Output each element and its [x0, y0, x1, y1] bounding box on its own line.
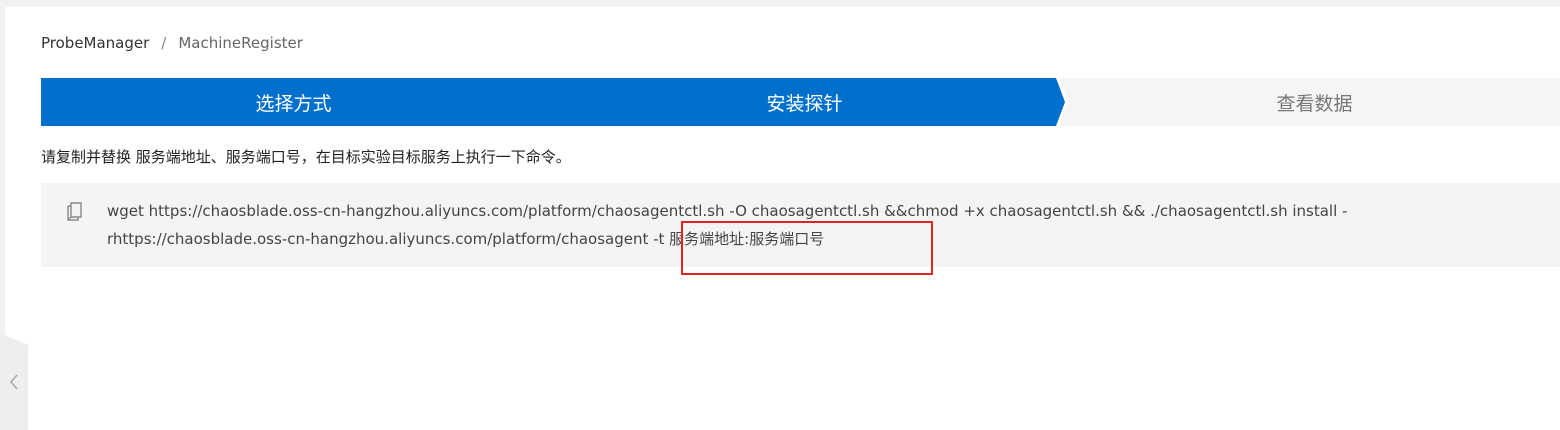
step-label: 安装探针: [766, 92, 843, 115]
breadcrumb-current: MachineRegister: [178, 34, 303, 52]
page: ProbeManager / MachineRegister 选择方式 安装探针…: [5, 7, 1560, 430]
command-line-1: wget https://chaosblade.oss-cn-hangzhou.…: [107, 202, 1348, 220]
sidebar-collapse-handle[interactable]: [0, 333, 28, 430]
breadcrumb-root[interactable]: ProbeManager: [41, 34, 149, 52]
command-line-2: rhttps://chaosblade.oss-cn-hangzhou.aliy…: [107, 230, 825, 248]
command-text[interactable]: wget https://chaosblade.oss-cn-hangzhou.…: [107, 197, 1507, 253]
instruction-text: 请复制并替换 服务端地址、服务端口号，在目标实验目标服务上执行一下命令。: [41, 148, 571, 166]
breadcrumb: ProbeManager / MachineRegister: [41, 32, 303, 54]
steps-bar: 选择方式 安装探针 查看数据: [41, 78, 1560, 126]
copy-icon[interactable]: [65, 200, 85, 222]
step-select-method[interactable]: 选择方式: [41, 78, 546, 126]
breadcrumb-separator: /: [161, 34, 167, 52]
command-box: wget https://chaosblade.oss-cn-hangzhou.…: [41, 183, 1560, 267]
step-label: 选择方式: [255, 92, 332, 115]
step-label: 查看数据: [1276, 92, 1353, 115]
chevron-left-icon: [9, 374, 18, 390]
step-install-probe[interactable]: 安装探针: [534, 78, 1065, 126]
step-view-data[interactable]: 查看数据: [1059, 78, 1560, 126]
